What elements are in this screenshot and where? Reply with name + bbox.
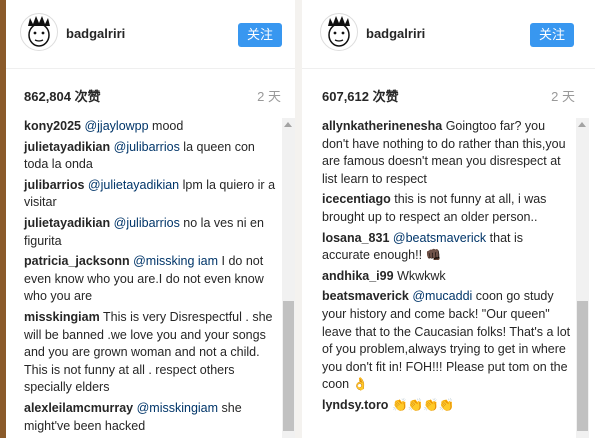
scroll-up-arrow-icon[interactable]: [578, 122, 586, 127]
post-header: badgalriri 关注: [6, 0, 295, 69]
comment-text: Wkwkwk: [397, 268, 446, 283]
username[interactable]: badgalriri: [66, 26, 125, 41]
comment-username[interactable]: allynkatherinenesha: [322, 119, 442, 133]
comment-item: julibarrios @julietayadikian lpm la quie…: [24, 177, 277, 212]
comment-mention[interactable]: @misskingiam: [137, 401, 218, 415]
comment-username[interactable]: lyndsy.toro: [322, 398, 388, 412]
scrollbar[interactable]: [282, 118, 295, 438]
avatar[interactable]: [20, 13, 58, 51]
comment-item: kony2025 @jjaylowpp mood: [24, 118, 277, 136]
comment-item: lyndsy.toro 👏👏👏👏: [322, 397, 571, 415]
comment-mention[interactable]: @beatsmaverick: [393, 231, 486, 245]
timestamp: 2 天: [551, 89, 575, 104]
comment-list: allynkatherinenesha Goingtoo far? you do…: [322, 118, 571, 418]
comment-username[interactable]: beatsmaverick: [322, 289, 409, 303]
comment-item: andhika_i99 Wkwkwk: [322, 268, 571, 286]
post-panel-left: badgalriri 关注 862,804 次赞 2 天 kony2025 @j…: [6, 0, 295, 438]
avatar[interactable]: [320, 13, 358, 51]
post-header: badgalriri 关注: [302, 0, 595, 69]
follow-button[interactable]: 关注: [530, 23, 574, 47]
comment-mention[interactable]: @julietayadikian: [88, 178, 179, 192]
comment-username[interactable]: andhika_i99: [322, 269, 394, 283]
comment-item: misskingiam This is very Disrespectful .…: [24, 309, 277, 397]
comment-username[interactable]: misskingiam: [24, 310, 100, 324]
comment-item: julietayadikian @julibarrios la queen co…: [24, 139, 277, 174]
comment-item: allynkatherinenesha Goingtoo far? you do…: [322, 118, 571, 188]
likes-count: 607,612 次赞: [322, 89, 399, 104]
scroll-up-arrow-icon[interactable]: [284, 122, 292, 127]
comment-username[interactable]: julibarrios: [24, 178, 84, 192]
likes-count: 862,804 次赞: [24, 89, 101, 104]
timestamp: 2 天: [257, 89, 281, 104]
comment-username[interactable]: julietayadikian: [24, 216, 110, 230]
comment-username[interactable]: kony2025: [24, 119, 81, 133]
comment-item: icecentiago this is not funny at all, i …: [322, 191, 571, 226]
gap-strip: [295, 0, 302, 438]
comment-mention[interactable]: @missking iam: [133, 254, 218, 268]
comment-item: alexleilamcmurray @misskingiam she might…: [24, 400, 277, 435]
comment-username[interactable]: alexleilamcmurray: [24, 401, 133, 415]
scrollbar-thumb[interactable]: [577, 301, 588, 431]
comment-mention[interactable]: @julibarrios: [114, 216, 180, 230]
likes-row: 862,804 次赞 2 天: [6, 86, 295, 106]
comment-username[interactable]: julietayadikian: [24, 140, 110, 154]
comment-mention[interactable]: @jjaylowpp: [84, 119, 148, 133]
comment-list: kony2025 @jjaylowpp mood julietayadikian …: [24, 118, 277, 438]
follow-button[interactable]: 关注: [238, 23, 282, 47]
comment-text: 👏👏👏👏: [391, 397, 455, 412]
likes-row: 607,612 次赞 2 天: [302, 86, 595, 106]
comment-mention[interactable]: @julibarrios: [114, 140, 180, 154]
comment-item: patricia_jacksonn @missking iam I do not…: [24, 253, 277, 306]
comment-text: mood: [148, 119, 184, 133]
scrollbar[interactable]: [576, 118, 589, 438]
username[interactable]: badgalriri: [366, 26, 425, 41]
comment-username[interactable]: losana_831: [322, 231, 389, 245]
comment-item: julietayadikian @julibarrios no la ves n…: [24, 215, 277, 250]
comment-item: losana_831 @beatsmaverick that is accura…: [322, 230, 571, 265]
comment-mention[interactable]: @mucaddi: [412, 289, 472, 303]
scrollbar-thumb[interactable]: [283, 301, 294, 431]
comment-username[interactable]: patricia_jacksonn: [24, 254, 130, 268]
comment-username[interactable]: icecentiago: [322, 192, 391, 206]
comment-text: coon go study your history and come back…: [322, 289, 571, 392]
comment-item: beatsmaverick @mucaddi coon go study you…: [322, 288, 571, 394]
post-panel-right: badgalriri 关注 607,612 次赞 2 天 allynkather…: [302, 0, 595, 438]
